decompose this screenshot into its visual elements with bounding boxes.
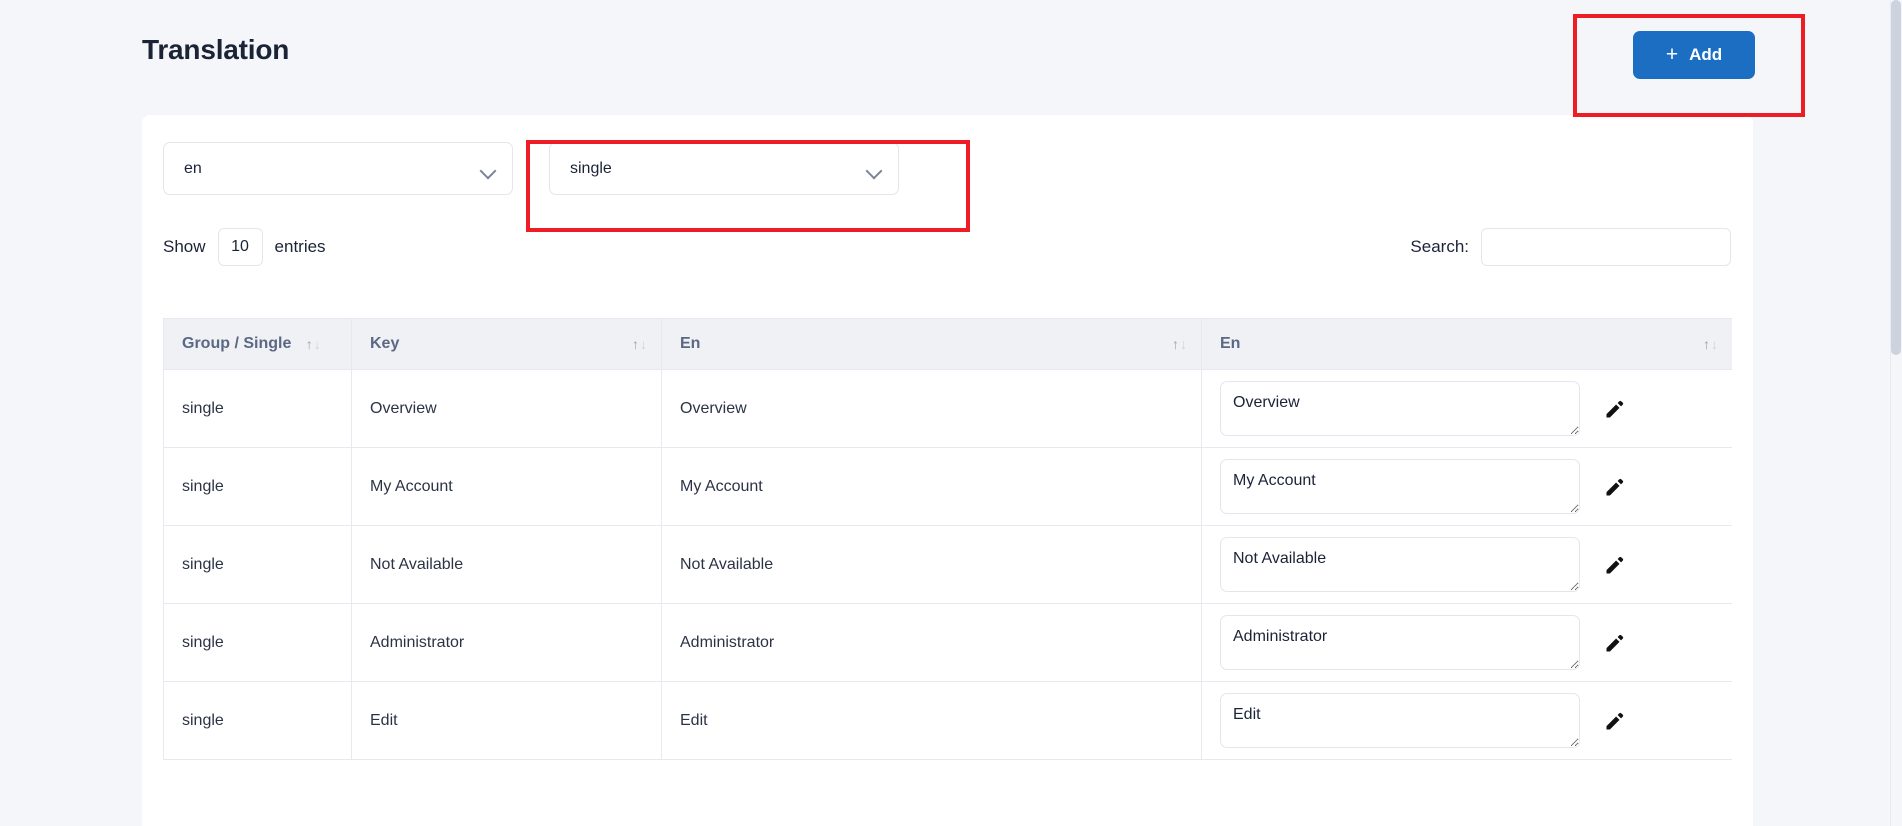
pencil-icon	[1603, 475, 1627, 499]
translation-edit-group	[1220, 459, 1714, 514]
translations-table-wrapper: Group / Single ↑↓ Key ↑↓ En ↑↓ En	[163, 318, 1732, 826]
translation-edit-group	[1220, 615, 1714, 670]
pencil-icon	[1603, 709, 1627, 733]
translation-edit-group	[1220, 381, 1714, 436]
translation-edit-group	[1220, 537, 1714, 592]
sort-icon[interactable]: ↑↓	[1703, 337, 1718, 351]
cell-key: Administrator	[352, 604, 662, 682]
column-header-key[interactable]: Key ↑↓	[352, 319, 662, 370]
cell-source-text: Administrator	[662, 604, 1202, 682]
column-label: En	[1220, 335, 1240, 352]
cell-translation-edit	[1202, 682, 1733, 760]
cell-key: Overview	[352, 370, 662, 448]
add-button-label: Add	[1689, 45, 1722, 65]
save-translation-button[interactable]	[1602, 708, 1628, 734]
cell-translation-edit	[1202, 604, 1733, 682]
column-label: En	[680, 335, 700, 352]
page-header: Translation + Add	[0, 0, 1890, 115]
cell-group-single: single	[164, 604, 352, 682]
page-scrollbar[interactable]	[1890, 0, 1902, 826]
locale-select[interactable]: en	[163, 142, 513, 195]
cell-key: Edit	[352, 682, 662, 760]
cell-translation-edit	[1202, 370, 1733, 448]
show-label: Show	[163, 237, 206, 257]
column-label: Key	[370, 335, 399, 352]
cell-translation-edit	[1202, 526, 1733, 604]
table-controls: Show entries Search:	[142, 220, 1753, 276]
translation-textarea[interactable]	[1220, 615, 1580, 670]
sort-icon[interactable]: ↑↓	[1172, 337, 1187, 351]
cell-key: My Account	[352, 448, 662, 526]
search-input[interactable]	[1481, 228, 1731, 266]
pencil-icon	[1603, 553, 1627, 577]
sort-icon[interactable]: ↑↓	[632, 337, 647, 351]
save-translation-button[interactable]	[1602, 552, 1628, 578]
search-label: Search:	[1410, 237, 1469, 257]
sort-icon[interactable]: ↑↓	[306, 337, 321, 351]
plus-icon: +	[1666, 44, 1678, 65]
search-control: Search:	[1410, 228, 1731, 266]
cell-group-single: single	[164, 682, 352, 760]
type-select-value: single	[570, 160, 612, 178]
cell-group-single: single	[164, 526, 352, 604]
cell-translation-edit	[1202, 448, 1733, 526]
table-row: singleEditEdit	[164, 682, 1733, 760]
cell-key: Not Available	[352, 526, 662, 604]
cell-group-single: single	[164, 448, 352, 526]
column-label: Group / Single	[182, 335, 291, 352]
translation-page: Translation + Add en single Show entries	[0, 0, 1902, 826]
save-translation-button[interactable]	[1602, 630, 1628, 656]
pencil-icon	[1603, 397, 1627, 421]
chevron-down-icon	[480, 162, 497, 179]
translation-textarea[interactable]	[1220, 381, 1580, 436]
locale-select-value: en	[184, 160, 202, 178]
cell-group-single: single	[164, 370, 352, 448]
table-body: singleOverviewOverviewsingleMy AccountMy…	[164, 370, 1733, 760]
column-header-translation-en[interactable]: En ↑↓	[1202, 319, 1733, 370]
cell-source-text: Edit	[662, 682, 1202, 760]
save-translation-button[interactable]	[1602, 396, 1628, 422]
entries-length-input[interactable]	[218, 228, 263, 266]
table-row: singleNot AvailableNot Available	[164, 526, 1733, 604]
chevron-down-icon	[866, 162, 883, 179]
translation-textarea[interactable]	[1220, 459, 1580, 514]
cell-source-text: Not Available	[662, 526, 1202, 604]
page-scrollbar-thumb[interactable]	[1891, 0, 1901, 355]
column-header-group-single[interactable]: Group / Single ↑↓	[164, 319, 352, 370]
translation-edit-group	[1220, 693, 1714, 748]
add-button[interactable]: + Add	[1633, 31, 1755, 79]
translation-textarea[interactable]	[1220, 537, 1580, 592]
cell-source-text: Overview	[662, 370, 1202, 448]
column-header-source-en[interactable]: En ↑↓	[662, 319, 1202, 370]
cell-source-text: My Account	[662, 448, 1202, 526]
table-header-row: Group / Single ↑↓ Key ↑↓ En ↑↓ En	[164, 319, 1733, 370]
pencil-icon	[1603, 631, 1627, 655]
translations-table: Group / Single ↑↓ Key ↑↓ En ↑↓ En	[163, 318, 1732, 760]
page-title: Translation	[142, 34, 289, 66]
type-select[interactable]: single	[549, 142, 899, 195]
table-row: singleMy AccountMy Account	[164, 448, 1733, 526]
filter-row: en single	[163, 142, 899, 195]
entries-label: entries	[275, 237, 326, 257]
show-entries-control: Show entries	[163, 228, 326, 266]
table-row: singleOverviewOverview	[164, 370, 1733, 448]
save-translation-button[interactable]	[1602, 474, 1628, 500]
table-head: Group / Single ↑↓ Key ↑↓ En ↑↓ En	[164, 319, 1733, 370]
translation-card: en single Show entries Search:	[142, 115, 1753, 826]
translation-textarea[interactable]	[1220, 693, 1580, 748]
table-row: singleAdministratorAdministrator	[164, 604, 1733, 682]
